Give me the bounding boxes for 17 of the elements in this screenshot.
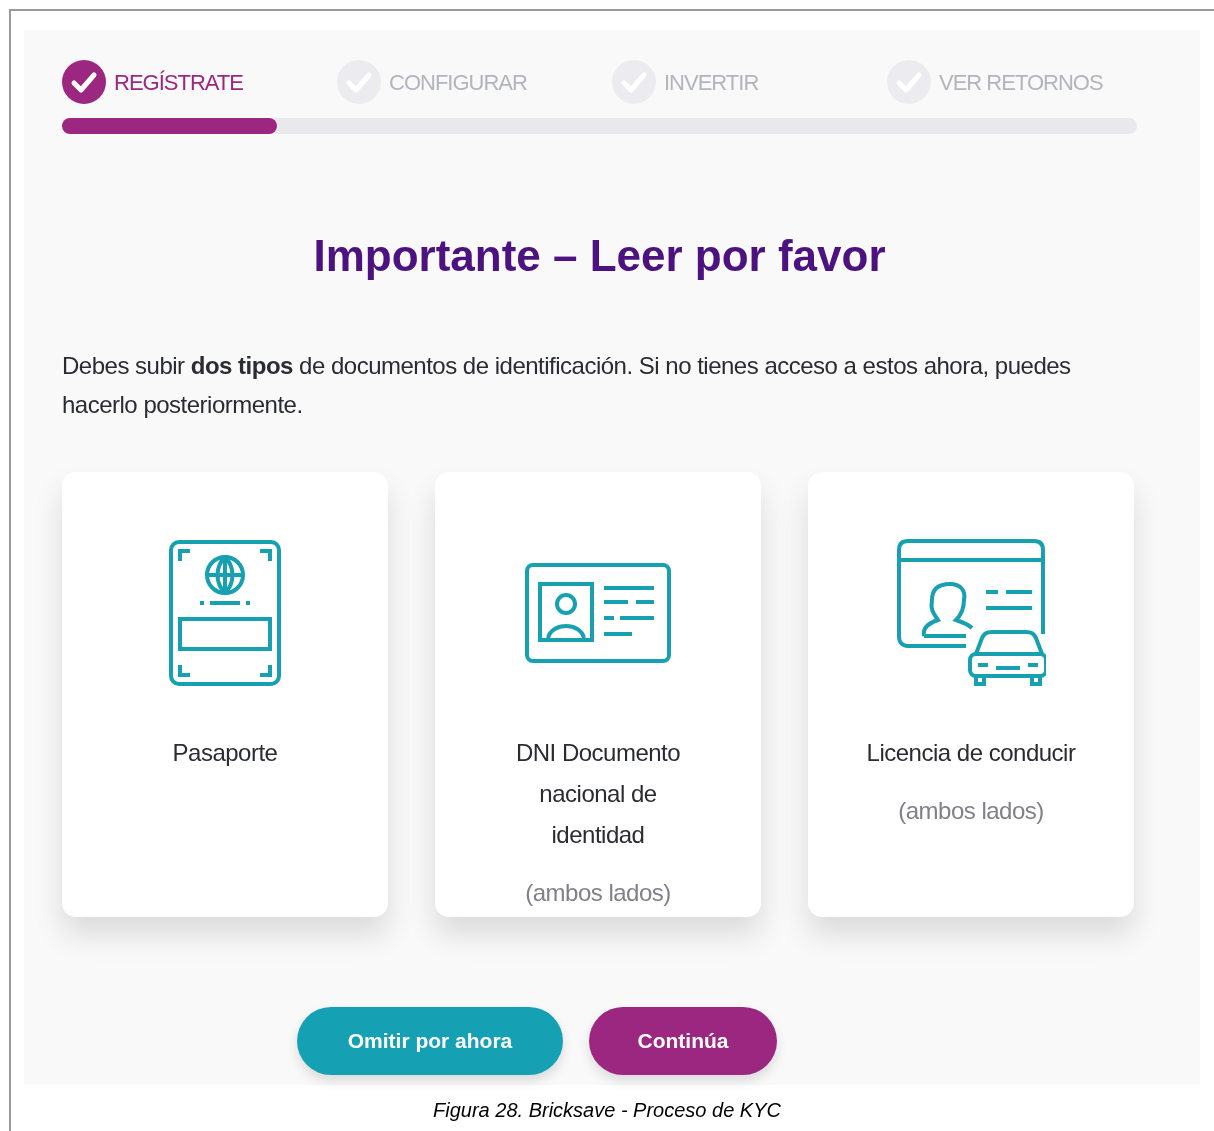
document-card[interactable]: Licencia de conducir (ambos lados): [808, 472, 1134, 917]
step-label[interactable]: REGÍSTRATE: [114, 65, 243, 99]
document-card[interactable]: Pasaporte: [62, 472, 388, 917]
intro-paragraph: Debes subir dos tipos de documentos de identificación. Si no tienes acceso a estos ahora, puedes hacerlo posteriormente.: [62, 351, 1072, 420]
page-heading: Importante – Leer por favor: [312, 234, 887, 278]
document-card[interactable]: DNI Documento nacional de identidad (ambos lados): [435, 472, 761, 917]
figure-caption: Figura 28. Bricksave - Proceso de KYC: [432, 1098, 782, 1123]
passport-icon: [168, 539, 282, 687]
card-title: DNI Documento nacional de identidad: [514, 738, 682, 850]
driver-license-icon: [896, 538, 1046, 688]
card-title: Licencia de conducir: [865, 738, 1077, 768]
card-note: (ambos lados): [525, 878, 671, 908]
card-title: Pasaporte: [171, 738, 279, 768]
card-note: (ambos lados): [898, 796, 1044, 826]
id-card-icon: [524, 562, 672, 664]
check-icon: [62, 60, 106, 104]
continue-button[interactable]: Continúa: [589, 1007, 777, 1075]
